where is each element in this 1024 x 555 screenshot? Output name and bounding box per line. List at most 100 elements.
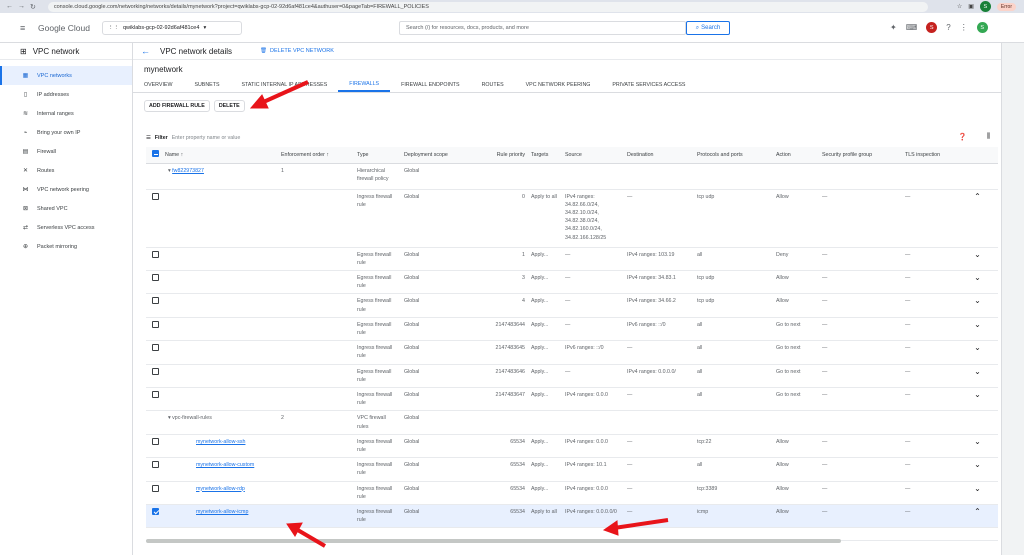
error-button[interactable]: Error <box>996 2 1016 11</box>
sidebar-item-byoip[interactable]: ⌁ Bring your own IP <box>0 123 132 142</box>
group-row[interactable]: ▾ fw822973827 1 Hierarchical firewall poli… <box>146 163 998 190</box>
expand-row-chevron-icon[interactable]: ⌄ <box>957 317 998 342</box>
expand-row-chevron-icon[interactable] <box>957 163 998 190</box>
col-action[interactable]: Action <box>773 147 819 164</box>
expand-row-chevron-icon[interactable]: ⌄ <box>957 340 998 365</box>
sidebar-item-vpc-networks[interactable]: ▦ VPC networks <box>0 66 132 85</box>
tab-subnets[interactable]: SUBNETS <box>183 78 230 92</box>
sidebar-item-packet-mirroring[interactable]: ⊕ Packet mirroring <box>0 237 132 256</box>
table-row[interactable]: mynetwork-allow-ssh Ingress firewall rule… <box>146 434 998 459</box>
help-icon[interactable]: ? <box>946 23 950 32</box>
table-row[interactable]: Egress firewall rule Global 2147483644 Appl… <box>146 317 998 342</box>
table-row[interactable]: Egress firewall rule Global 4 Apply... — IPv4… <box>146 293 998 318</box>
row-checkbox[interactable] <box>152 192 159 200</box>
col-security-profile[interactable]: Security profile group <box>819 147 902 164</box>
table-row[interactable]: Ingress firewall rule Global 0 Apply to all… <box>146 189 998 248</box>
col-targets[interactable]: Targets <box>528 147 562 164</box>
horizontal-scrollbar[interactable] <box>146 539 841 543</box>
sidebar-item-serverless[interactable]: ⇄ Serverless VPC access <box>0 218 132 237</box>
row-checkbox[interactable] <box>152 437 159 445</box>
rule-name-link[interactable]: mynetwork-allow-icmp <box>196 509 248 515</box>
tab-icon[interactable]: ▣ <box>968 3 974 10</box>
tab-overview[interactable]: OVERVIEW <box>133 78 183 92</box>
expand-row-chevron-icon[interactable]: ⌄ <box>957 293 998 318</box>
table-row[interactable]: mynetwork-allow-custom Ingress firewall r… <box>146 457 998 482</box>
sidebar-item-ip-addresses[interactable]: ▯ IP addresses <box>0 85 132 104</box>
row-checkbox[interactable] <box>152 367 159 375</box>
row-checkbox[interactable] <box>152 297 159 305</box>
col-deployment-scope[interactable]: Deployment scope <box>401 147 471 164</box>
row-checkbox[interactable] <box>152 507 159 515</box>
col-protocols[interactable]: Protocols and ports <box>694 147 773 164</box>
right-scrollbar-panel[interactable] <box>1001 43 1024 555</box>
group-name[interactable]: vpc-firewall-rules <box>172 415 212 421</box>
row-checkbox-cell[interactable] <box>146 481 162 505</box>
address-bar[interactable]: console.cloud.google.com/networking/netw… <box>47 1 928 12</box>
table-row[interactable]: mynetwork-allow-icmp Ingress firewall rul… <box>146 504 998 529</box>
tab-routes[interactable]: ROUTES <box>471 78 515 92</box>
row-checkbox-cell[interactable] <box>146 270 162 295</box>
row-checkbox-cell[interactable] <box>146 189 162 248</box>
reload-icon[interactable]: ↻ <box>30 3 36 11</box>
row-checkbox[interactable] <box>152 320 159 328</box>
row-checkbox-cell[interactable] <box>146 434 162 459</box>
cloud-shell-icon[interactable]: ⌨ <box>906 23 918 32</box>
row-checkbox-cell[interactable] <box>146 340 162 365</box>
row-checkbox-cell[interactable] <box>146 247 162 271</box>
table-row[interactable]: Ingress firewall rule Global 2147483647 App… <box>146 387 998 412</box>
row-checkbox-cell[interactable] <box>146 364 162 388</box>
expand-row-chevron-icon[interactable]: ⌄ <box>957 481 998 505</box>
expand-row-chevron-icon[interactable]: ⌄ <box>957 247 998 271</box>
sidebar-item-routes[interactable]: ✕ Routes <box>0 161 132 180</box>
row-checkbox[interactable] <box>152 250 159 258</box>
table-row[interactable]: Egress firewall rule Global 2147483646 Appl… <box>146 364 998 388</box>
expand-row-chevron-icon[interactable]: ⌃ <box>957 189 998 248</box>
table-row[interactable]: mynetwork-allow-rdp Ingress firewall rule… <box>146 481 998 505</box>
rule-name-link[interactable]: mynetwork-allow-rdp <box>196 486 245 492</box>
row-checkbox-cell[interactable] <box>146 387 162 412</box>
sidebar-item-peering[interactable]: ⋈ VPC network peering <box>0 180 132 199</box>
col-destination[interactable]: Destination <box>624 147 694 164</box>
tab-firewall-endpoints[interactable]: FIREWALL ENDPOINTS <box>390 78 470 92</box>
row-checkbox-cell[interactable] <box>146 317 162 342</box>
delete-button[interactable]: DELETE <box>213 100 245 112</box>
group-name[interactable]: fw822973827 <box>172 168 204 174</box>
help-icon[interactable]: ❓ <box>958 133 967 141</box>
col-tls[interactable]: TLS inspection <box>902 147 957 164</box>
back-arrow-icon[interactable]: ← <box>6 3 13 11</box>
account-avatar[interactable]: S <box>976 22 988 33</box>
delete-network-button[interactable]: 🗑 DELETE VPC NETWORK <box>260 48 334 54</box>
row-checkbox[interactable] <box>152 484 159 492</box>
select-all-checkbox[interactable] <box>146 147 162 164</box>
row-checkbox-cell[interactable] <box>146 293 162 318</box>
search-input[interactable]: Search (/) for resources, docs, products… <box>399 21 686 35</box>
expand-row-chevron-icon[interactable]: ⌄ <box>957 364 998 388</box>
table-row[interactable]: Egress firewall rule Global 1 Apply... — IPv4… <box>146 247 998 271</box>
expand-row-chevron-icon[interactable] <box>957 410 998 435</box>
back-arrow-icon[interactable]: ← <box>141 46 150 56</box>
row-checkbox[interactable] <box>152 273 159 281</box>
col-name[interactable]: Name ↑ <box>162 147 278 164</box>
sidebar-item-firewall[interactable]: ▤ Firewall <box>0 142 132 161</box>
star-icon[interactable]: ☆ <box>957 3 962 10</box>
expand-row-chevron-icon[interactable]: ⌄ <box>957 434 998 459</box>
table-row[interactable]: Egress firewall rule Global 3 Apply... — IPv4… <box>146 270 998 295</box>
row-checkbox[interactable] <box>152 344 159 352</box>
expand-row-chevron-icon[interactable]: ⌄ <box>957 270 998 295</box>
table-row[interactable]: Ingress firewall rule Global 2147483645 App… <box>146 340 998 365</box>
tab-private-services[interactable]: PRIVATE SERVICES ACCESS <box>601 78 696 92</box>
col-source[interactable]: Source <box>562 147 624 164</box>
row-checkbox-cell[interactable] <box>146 457 162 482</box>
project-selector[interactable]: ⋮⋮ qwiklabs-gcp-02-92d6af481ce4 ▾ <box>101 20 242 35</box>
col-enforcement-order[interactable]: Enforcement order ↑ <box>278 147 354 164</box>
expand-row-chevron-icon[interactable]: ⌄ <box>957 457 998 482</box>
google-cloud-logo[interactable]: Google Cloud <box>38 23 90 33</box>
tab-peering[interactable]: VPC NETWORK PEERING <box>515 78 602 92</box>
row-checkbox-cell[interactable] <box>146 504 162 529</box>
column-display-icon[interactable]: ⫼ <box>987 133 990 141</box>
filter-bar[interactable]: ☰ Filter Enter property name or value ❓ … <box>146 131 998 145</box>
tab-firewalls[interactable]: FIREWALLS <box>338 78 391 92</box>
col-type[interactable]: Type <box>354 147 401 164</box>
tab-static-ips[interactable]: STATIC INTERNAL IP ADDRESSES <box>230 78 338 92</box>
sidebar-item-shared-vpc[interactable]: ⊠ Shared VPC <box>0 199 132 218</box>
